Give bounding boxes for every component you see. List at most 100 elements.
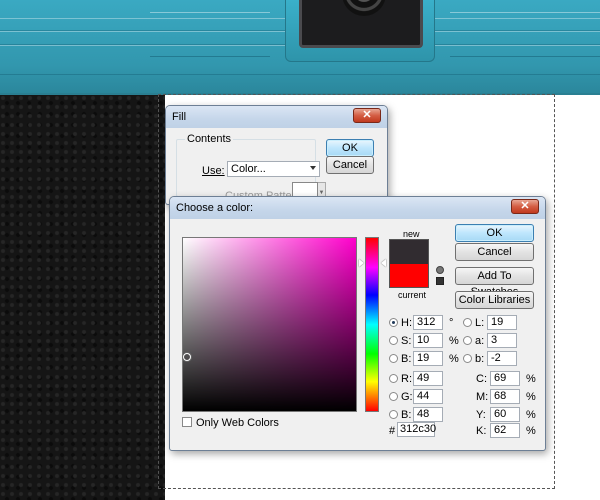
lens-housing	[285, 0, 435, 62]
brightness-radio[interactable]	[389, 354, 398, 363]
camera-groove	[150, 12, 270, 57]
camera-groove	[450, 12, 600, 57]
lens-plate	[299, 0, 423, 48]
lab-b-input[interactable]: -2	[487, 351, 517, 366]
cyan-input[interactable]: 69	[490, 371, 520, 386]
brightness-unit: %	[449, 353, 459, 365]
magenta-unit: %	[526, 391, 536, 403]
magenta-input[interactable]: 68	[490, 389, 520, 404]
contents-legend: Contents	[185, 133, 234, 145]
lab-a-row: a: 3	[463, 333, 523, 349]
camera-artwork-top	[0, 0, 600, 95]
lab-l-input[interactable]: 19	[487, 315, 517, 330]
color-picker-title: Choose a color:	[176, 202, 254, 214]
hue-input[interactable]: 312	[413, 315, 443, 330]
saturation-label: S:	[401, 335, 412, 347]
new-color-swatch	[389, 239, 429, 264]
color-picker-close-button[interactable]: ✕	[511, 199, 539, 214]
slider-arrow-right-icon[interactable]	[381, 259, 386, 267]
only-web-colors-label: Only Web Colors	[196, 417, 279, 429]
contents-group: Contents Use: Color... Custom Pattern: ▼	[176, 133, 326, 202]
lab-b-row: b: -2	[463, 351, 523, 367]
blue-row: B: 48	[389, 407, 459, 423]
color-picker-dialog: Choose a color: ✕ new current OK Cancel …	[169, 196, 546, 451]
hex-input[interactable]: 312c30	[397, 422, 436, 437]
gamut-color-swatch[interactable]	[436, 277, 444, 285]
cyan-unit: %	[526, 373, 536, 385]
saturation-radio[interactable]	[389, 336, 398, 345]
use-select[interactable]: Color...	[227, 161, 320, 177]
green-radio[interactable]	[389, 392, 398, 401]
slider-arrow-left-icon[interactable]	[359, 259, 364, 267]
close-icon: ✕	[362, 109, 372, 121]
current-color-label: current	[398, 290, 427, 300]
add-to-swatches-button[interactable]: Add To Swatches	[455, 267, 534, 298]
magenta-row: M: 68 %	[476, 389, 536, 405]
color-field-marker[interactable]	[183, 353, 191, 361]
brightness-row: B: 19 %	[389, 351, 459, 367]
cyan-label: C:	[476, 373, 487, 385]
only-web-colors-checkbox[interactable]	[182, 417, 192, 427]
lab-b-label: b:	[475, 353, 485, 365]
black-unit: %	[526, 425, 536, 437]
use-select-value: Color...	[231, 163, 266, 175]
magenta-label: M:	[476, 391, 489, 403]
lab-l-row: L: 19	[463, 315, 523, 331]
fill-ok-button[interactable]: OK	[326, 139, 374, 157]
fill-dialog: Fill ✕ Contents Use: Color... Custom Pat…	[165, 105, 388, 205]
hue-label: H:	[401, 317, 412, 329]
lab-a-radio[interactable]	[463, 336, 472, 345]
black-input[interactable]: 62	[490, 423, 520, 438]
color-field[interactable]	[182, 237, 357, 412]
leather-texture	[0, 95, 165, 500]
fill-cancel-button[interactable]: Cancel	[326, 156, 374, 174]
lab-l-label: L:	[475, 317, 485, 329]
saturation-row: S: 10 %	[389, 333, 459, 349]
lab-b-radio[interactable]	[463, 354, 472, 363]
green-label: G:	[401, 391, 413, 403]
red-row: R: 49	[389, 371, 459, 387]
hue-slider[interactable]	[365, 237, 379, 412]
red-label: R:	[401, 373, 412, 385]
color-picker-titlebar[interactable]: Choose a color: ✕	[170, 197, 545, 219]
yellow-input[interactable]: 60	[490, 407, 520, 422]
blue-input[interactable]: 48	[413, 407, 443, 422]
red-input[interactable]: 49	[413, 371, 443, 386]
black-row: K: 62 %	[476, 423, 536, 439]
hue-row: H: 312 °	[389, 315, 459, 331]
brightness-label: B:	[401, 353, 412, 365]
new-color-label: new	[403, 229, 420, 239]
chevron-down-icon	[310, 166, 316, 170]
lab-a-label: a:	[475, 335, 485, 347]
brightness-input[interactable]: 19	[413, 351, 443, 366]
yellow-label: Y:	[476, 409, 486, 421]
blue-radio[interactable]	[389, 410, 398, 419]
gamut-warning-icon[interactable]	[436, 266, 444, 274]
black-label: K:	[476, 425, 487, 437]
use-label: Use:	[202, 165, 225, 177]
yellow-row: Y: 60 %	[476, 407, 536, 423]
picker-ok-button[interactable]: OK	[455, 224, 534, 242]
blue-label: B:	[401, 409, 412, 421]
current-color-swatch[interactable]	[389, 264, 429, 288]
lab-a-input[interactable]: 3	[487, 333, 517, 348]
color-libraries-button[interactable]: Color Libraries	[455, 291, 534, 309]
cyan-row: C: 69 %	[476, 371, 536, 387]
fill-dialog-titlebar[interactable]: Fill ✕	[166, 106, 387, 128]
fill-dialog-close-button[interactable]: ✕	[353, 108, 381, 123]
green-row: G: 44	[389, 389, 459, 405]
yellow-unit: %	[526, 409, 536, 421]
camera-ridge	[0, 74, 600, 75]
fill-dialog-title: Fill	[172, 111, 187, 123]
saturation-input[interactable]: 10	[413, 333, 443, 348]
hex-label: #	[389, 425, 396, 437]
hue-radio[interactable]	[389, 318, 398, 327]
saturation-unit: %	[449, 335, 459, 347]
hue-unit: °	[449, 317, 454, 329]
red-radio[interactable]	[389, 374, 398, 383]
lab-l-radio[interactable]	[463, 318, 472, 327]
camera-lens	[342, 0, 386, 16]
green-input[interactable]: 44	[413, 389, 443, 404]
close-icon: ✕	[520, 200, 530, 212]
picker-cancel-button[interactable]: Cancel	[455, 243, 534, 261]
